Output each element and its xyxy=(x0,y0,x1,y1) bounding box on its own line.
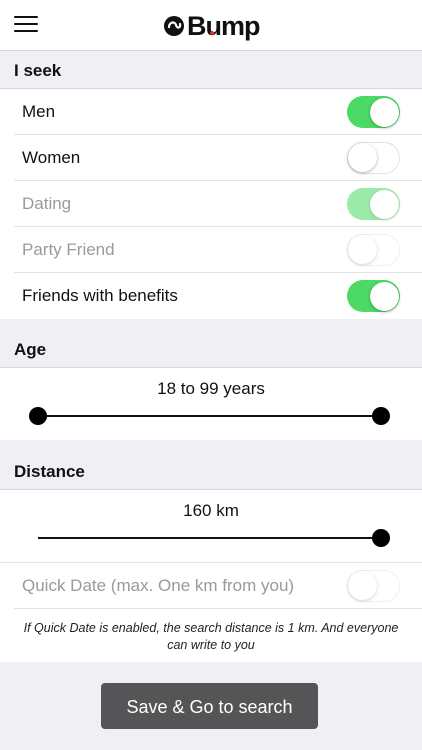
seek-label-men: Men xyxy=(22,102,56,121)
seek-row-friends-with-benefits: Friends with benefits xyxy=(0,273,422,319)
toggle-men[interactable] xyxy=(347,96,400,128)
section-header-distance: Distance xyxy=(0,452,422,490)
seek-label-dating: Dating xyxy=(22,194,72,213)
distance-thumb[interactable] xyxy=(372,529,390,547)
toggle-women[interactable] xyxy=(347,142,400,174)
hamburger-menu-icon[interactable] xyxy=(14,16,38,34)
quick-date-note: If Quick Date is enabled, the search dis… xyxy=(23,621,399,652)
age-max-thumb[interactable] xyxy=(372,407,390,425)
section-header-age: Age xyxy=(0,330,422,368)
seek-label-women: Women xyxy=(22,148,81,167)
app-header: Bump xyxy=(0,0,422,51)
bump-logo: Bump xyxy=(163,8,260,44)
distance-slider-track[interactable] xyxy=(38,537,381,539)
age-min-thumb[interactable] xyxy=(29,407,47,425)
logo-text: Bump xyxy=(187,10,260,41)
distance-panel: 160 km Quick Date (max. One km from you)… xyxy=(0,490,422,662)
seek-label-friends-with-benefits: Friends with benefits xyxy=(22,286,178,305)
bump-logo-icon xyxy=(164,16,184,36)
age-range-value: 18 to 99 years xyxy=(157,379,265,398)
toggle-quick-date[interactable] xyxy=(347,570,400,602)
section-title-distance: Distance xyxy=(14,462,85,481)
age-slider-panel: 18 to 99 years xyxy=(0,368,422,440)
seek-row-party-friend: Party Friend xyxy=(0,227,422,273)
age-slider-track[interactable] xyxy=(38,415,381,417)
section-title-age: Age xyxy=(14,340,47,359)
seek-row-men: Men xyxy=(0,89,422,135)
distance-value: 160 km xyxy=(183,501,239,520)
toggle-friends-with-benefits[interactable] xyxy=(347,280,400,312)
quick-date-row: Quick Date (max. One km from you) xyxy=(0,563,422,609)
seek-row-women: Women xyxy=(0,135,422,181)
section-title-seek: I seek xyxy=(14,61,62,80)
quick-date-label: Quick Date (max. One km from you) xyxy=(22,576,295,595)
save-and-search-button[interactable]: Save & Go to search xyxy=(101,683,318,729)
section-header-seek: I seek xyxy=(0,51,422,89)
logo-accent-dot xyxy=(210,31,214,35)
seek-label-party-friend: Party Friend xyxy=(22,240,115,259)
toggle-party-friend[interactable] xyxy=(347,234,400,266)
seek-row-dating: Dating xyxy=(0,181,422,227)
toggle-dating[interactable] xyxy=(347,188,400,220)
